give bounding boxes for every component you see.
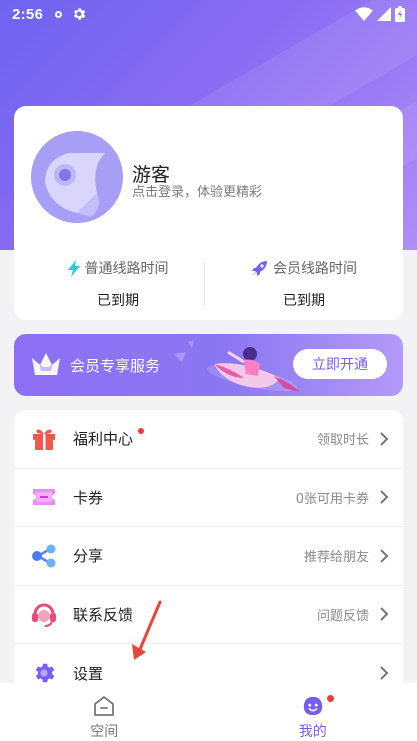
menu-hint-welfare: 领取时长 xyxy=(316,433,369,449)
battery-icon xyxy=(395,6,405,22)
ticket-icon xyxy=(30,483,58,511)
menu-label-welfare: 福利中心 xyxy=(73,430,134,449)
wifi-icon xyxy=(355,7,373,21)
gift-icon xyxy=(30,425,58,453)
menu-hint-share: 推荐给朋友 xyxy=(303,550,369,566)
menu-hint-coupons: 0张可用卡券 xyxy=(295,491,369,507)
avatar[interactable] xyxy=(31,131,123,223)
menu-hint-feedback: 问题反馈 xyxy=(316,608,369,624)
annotation-arrow xyxy=(132,600,162,660)
chevron-right-icon xyxy=(380,432,389,446)
vip-line-label: 会员线路时间 xyxy=(273,261,357,277)
menu-item-coupons[interactable]: 卡券 0张可用卡券 xyxy=(14,469,403,527)
share-icon xyxy=(30,542,58,570)
menu-label-share: 分享 xyxy=(73,547,104,566)
profile-card: 游客 点击登录，体验更精彩 普通线路时间 已到期 会员线路时间 已到期 xyxy=(14,106,403,320)
signal-icon xyxy=(377,7,391,21)
menu-item-feedback[interactable]: 联系反馈 问题反馈 xyxy=(14,586,403,644)
normal-line-value: 已到期 xyxy=(97,293,139,309)
face-icon xyxy=(303,696,322,716)
bottom-nav: 空间 我的 xyxy=(0,683,417,741)
chevron-right-icon xyxy=(380,549,389,563)
rocket-icon xyxy=(252,260,267,276)
chevron-right-icon xyxy=(380,607,389,621)
menu-item-share[interactable]: 分享 推荐给朋友 xyxy=(14,527,403,586)
headset-icon xyxy=(30,600,58,628)
tab-space-label: 空间 xyxy=(90,724,119,740)
chevron-right-icon xyxy=(380,490,389,504)
notification-dot xyxy=(326,695,334,702)
menu-item-welfare[interactable]: 福利中心 领取时长 xyxy=(14,410,403,469)
tab-mine-label: 我的 xyxy=(298,724,327,740)
menu-label-coupons: 卡券 xyxy=(73,488,104,507)
normal-line-time: 普通线路时间 已到期 xyxy=(28,258,208,310)
status-bar: 2:56 xyxy=(0,0,417,28)
bird-avatar-icon xyxy=(31,131,123,223)
notification-dot xyxy=(138,428,144,434)
divider xyxy=(204,262,205,306)
vip-line-time: 会员线路时间 已到期 xyxy=(214,258,394,310)
normal-line-label: 普通线路时间 xyxy=(84,261,169,277)
home-icon xyxy=(94,696,115,716)
activate-vip-button[interactable]: 立即开通 xyxy=(293,349,387,379)
lightning-icon xyxy=(67,259,80,277)
menu-label-settings: 设置 xyxy=(73,664,104,683)
menu-label-feedback: 联系反馈 xyxy=(73,605,134,624)
status-time: 2:56 xyxy=(12,5,44,23)
menu-list: 福利中心 领取时长 卡券 0张可用卡券 分享 推荐给朋友 联系反馈 问题反馈 设… xyxy=(14,410,403,700)
circle-dot-icon xyxy=(55,10,63,18)
vip-title: 会员专享服务 xyxy=(70,357,161,375)
gear-icon xyxy=(74,8,86,20)
vip-line-value: 已到期 xyxy=(283,293,325,309)
crown-icon xyxy=(32,353,60,375)
login-prompt[interactable]: 点击登录，体验更精彩 xyxy=(132,181,262,200)
chevron-right-icon xyxy=(380,666,389,680)
tab-space[interactable]: 空间 xyxy=(0,683,209,741)
tab-mine[interactable]: 我的 xyxy=(209,683,417,741)
vip-banner[interactable]: 会员专享服务 立即开通 xyxy=(14,334,403,396)
